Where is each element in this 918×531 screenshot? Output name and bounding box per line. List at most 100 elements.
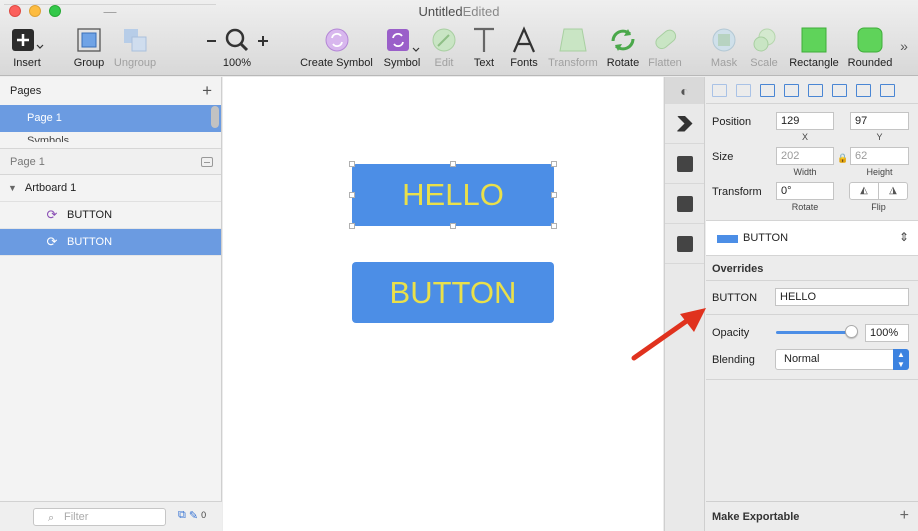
symbol-label: Symbol xyxy=(383,57,421,69)
rectangle-button[interactable]: Rectangle xyxy=(787,25,841,69)
align-bottom-icon[interactable] xyxy=(880,83,895,97)
rotate-caption: Rotate xyxy=(791,202,819,212)
filter-buttons: ⧉ ✎ 0 xyxy=(178,509,206,522)
opacity-slider-knob[interactable] xyxy=(845,325,858,338)
layer-row[interactable]: ⟳ BUTTON xyxy=(0,202,221,229)
filter-input[interactable]: ⌕ Filter xyxy=(33,508,166,526)
text-label: Text xyxy=(473,57,495,69)
symbol-selector[interactable]: BUTTON ⇕ xyxy=(706,220,918,256)
flatten-button[interactable]: Flatten xyxy=(646,25,684,69)
collapse-layers-icon[interactable] xyxy=(201,156,213,167)
tab-layout-icon[interactable] xyxy=(665,224,704,264)
height-caption: Height xyxy=(866,167,893,177)
create-symbol-button[interactable]: Create Symbol xyxy=(298,25,375,69)
blending-select[interactable]: Normal ▲ ▼ xyxy=(775,349,909,370)
blending-label: Blending xyxy=(712,354,755,366)
document-name: Untitled xyxy=(418,4,463,19)
add-export-icon[interactable]: + xyxy=(900,507,909,525)
y-field[interactable]: 97 xyxy=(850,112,909,130)
align-left-icon[interactable] xyxy=(760,83,775,97)
disclosure-triangle-icon[interactable]: ▼ xyxy=(8,183,17,193)
canvas[interactable]: HELLO BUTTON xyxy=(223,77,663,531)
text-button[interactable]: Text xyxy=(470,25,498,69)
slices-filter-icon[interactable]: ✎ xyxy=(189,509,198,522)
selection-handle[interactable] xyxy=(450,223,456,229)
flip-vertical-icon[interactable]: ◮ xyxy=(879,183,907,199)
group-button[interactable]: Group xyxy=(72,25,106,69)
pages-scrollbar[interactable] xyxy=(211,106,219,128)
opacity-field[interactable]: 100% xyxy=(865,324,909,342)
rotate-button[interactable]: Rotate xyxy=(605,25,641,69)
hello-symbol-instance[interactable]: HELLO xyxy=(352,164,554,226)
mask-button[interactable]: Mask xyxy=(707,25,741,69)
selection-handle[interactable] xyxy=(551,161,557,167)
toolbar-overflow-button[interactable]: » xyxy=(896,38,912,54)
tab-link-icon[interactable] xyxy=(665,184,704,224)
zoom-control[interactable]: 100% xyxy=(201,25,273,69)
layers-header: Page 1 xyxy=(0,148,221,175)
symbols-filter-icon[interactable]: ⧉ xyxy=(178,509,186,522)
ungroup-button[interactable]: Ungroup xyxy=(112,25,158,69)
flip-caption: Flip xyxy=(871,202,886,212)
override-text-field[interactable]: HELLO xyxy=(775,288,909,306)
rounded-button[interactable]: Rounded xyxy=(846,25,894,69)
flatten-icon xyxy=(655,29,677,50)
artboard-label: Artboard 1 xyxy=(24,182,77,194)
window-title: Untitled — Edited xyxy=(0,4,918,19)
page-item[interactable]: Page 1 xyxy=(0,105,221,132)
export-section: Make Exportable + xyxy=(706,501,918,531)
alignment-toolbar xyxy=(706,77,918,104)
blending-value: Normal xyxy=(784,353,820,365)
align-right-icon[interactable] xyxy=(808,83,823,97)
add-page-icon[interactable]: + xyxy=(202,81,212,101)
align-top-icon[interactable] xyxy=(832,83,847,97)
slice-count: 0 xyxy=(201,510,207,520)
flip-horizontal-icon[interactable]: ◭ xyxy=(850,183,879,199)
page-item[interactable]: Symbols xyxy=(0,132,221,142)
layer-label: BUTTON xyxy=(67,236,113,248)
insert-icon xyxy=(12,29,44,51)
rotate-field[interactable]: 0° xyxy=(776,182,834,200)
button-symbol-instance[interactable]: BUTTON xyxy=(352,262,554,323)
scale-button[interactable]: Scale xyxy=(748,25,780,69)
toolbar: Untitled — Edited Insert Group Ungroup 100… xyxy=(0,0,918,76)
fonts-icon xyxy=(512,26,536,53)
inspector-tab-icon[interactable]: ◐ xyxy=(665,77,704,104)
distribute-horizontal-icon[interactable] xyxy=(712,83,727,97)
tab-forward-icon[interactable] xyxy=(665,104,704,144)
selection-handle[interactable] xyxy=(450,161,456,167)
current-page-label: Page 1 xyxy=(10,155,45,168)
opacity-label: Opacity xyxy=(712,327,750,339)
tab-person-icon[interactable] xyxy=(665,144,704,184)
symbol-button[interactable]: Symbol xyxy=(380,25,424,69)
rotate-label: Rotate xyxy=(606,57,640,69)
selection-handle[interactable] xyxy=(551,223,557,229)
symbol-thumbnail xyxy=(717,235,738,243)
create-symbol-icon xyxy=(325,28,348,52)
position-label: Position xyxy=(712,116,752,128)
rectangle-label: Rectangle xyxy=(789,57,839,69)
rectangle-icon xyxy=(801,27,827,53)
artboard-layer[interactable]: ▼ Artboard 1 xyxy=(0,175,221,202)
selection-handle[interactable] xyxy=(551,192,557,198)
chevron-double-right-icon: » xyxy=(900,38,908,54)
opacity-slider-track[interactable] xyxy=(776,331,852,334)
selection-handle[interactable] xyxy=(349,192,355,198)
fonts-button[interactable]: Fonts xyxy=(508,25,540,69)
flip-control[interactable]: ◭ ◮ xyxy=(849,182,908,200)
width-field[interactable]: 202 xyxy=(776,147,834,165)
transform-button[interactable]: Transform xyxy=(546,25,600,69)
align-middle-icon[interactable] xyxy=(856,83,871,97)
lock-icon[interactable]: 🔒 xyxy=(837,153,848,164)
distribute-vertical-icon[interactable] xyxy=(736,83,751,97)
selection-handle[interactable] xyxy=(349,161,355,167)
x-field[interactable]: 129 xyxy=(776,112,834,130)
insert-label: Insert xyxy=(13,57,41,69)
align-center-icon[interactable] xyxy=(784,83,799,97)
edit-button[interactable]: Edit xyxy=(430,25,458,69)
selection-handle[interactable] xyxy=(349,223,355,229)
mask-label: Mask xyxy=(710,57,738,69)
height-field[interactable]: 62 xyxy=(850,147,909,165)
layer-row[interactable]: ⟳ BUTTON xyxy=(0,229,221,256)
insert-button[interactable]: Insert xyxy=(9,25,45,69)
